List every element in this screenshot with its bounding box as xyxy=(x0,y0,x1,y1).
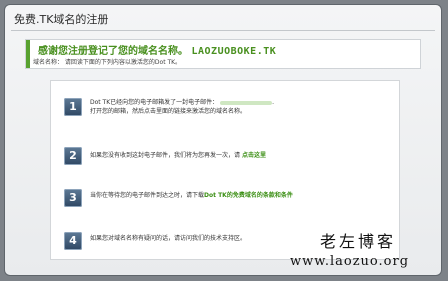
step-2: 2 如果您没有收到这封电子邮件，我们将为您再发一次，请 点击这里 xyxy=(64,147,394,167)
thanks-text: 感谢您注册登记了您的域名名称。 xyxy=(38,46,188,57)
thanks-message: 感谢您注册登记了您的域名名称。 LAOZUOBOKE.TK xyxy=(38,42,276,57)
step-1-line1-end: . xyxy=(272,99,274,106)
step-number-badge: 3 xyxy=(64,189,82,207)
step-number-badge: 1 xyxy=(64,98,82,116)
step-3: 3 当你在等待您的电子邮件到达之时，请下载Dot TK的免费域名的条款和条件 xyxy=(64,189,394,209)
step-1-line2: 打开您的邮箱，然后点击里面的链接来激活您的域名名称。 xyxy=(90,108,247,115)
step-1: 1 Dot TK已经向您的电子邮箱发了一封电子邮件： . 打开您的邮箱，然后点击… xyxy=(64,98,394,118)
step-number-badge: 4 xyxy=(64,232,82,250)
step-2-line: 如果您没有收到这封电子邮件，我们将为您再发一次，请 xyxy=(90,152,241,159)
title-divider xyxy=(11,30,435,31)
registered-domain: LAOZUOBOKE.TK xyxy=(191,46,277,57)
step-1-line1: Dot TK已经向您的电子邮箱发了一封电子邮件： xyxy=(90,99,219,106)
terms-link[interactable]: Dot TK的免费域名的条款和条件 xyxy=(204,192,293,199)
thanks-note: 域名名称： 请回读下面的下列内容以激活您的Dot TK。 xyxy=(33,59,182,66)
resend-link[interactable]: 点击这里 xyxy=(242,152,266,159)
thanks-box: 感谢您注册登记了您的域名名称。 LAOZUOBOKE.TK 域名名称： 请回读下… xyxy=(25,39,421,69)
redacted-email xyxy=(220,100,273,105)
step-3-line: 当你在等待您的电子邮件到达之时，请下载 xyxy=(90,192,205,199)
accent-bar xyxy=(26,40,30,68)
step-number-badge: 2 xyxy=(64,147,82,165)
watermark-chinese: 老左博客 xyxy=(320,232,397,251)
step-1-text: Dot TK已经向您的电子邮箱发了一封电子邮件： . 打开您的邮箱，然后点击里面… xyxy=(90,98,390,116)
step-2-text: 如果您没有收到这封电子邮件，我们将为您再发一次，请 点击这里 xyxy=(90,151,390,160)
window-title: 免费.TK域名的注册 xyxy=(14,13,109,26)
site-watermark: 老左博客 www.laozuo.org xyxy=(290,228,409,269)
watermark-url: www.laozuo.org xyxy=(290,254,410,269)
step-3-text: 当你在等待您的电子邮件到达之时，请下载Dot TK的免费域名的条款和条件 xyxy=(90,191,390,200)
